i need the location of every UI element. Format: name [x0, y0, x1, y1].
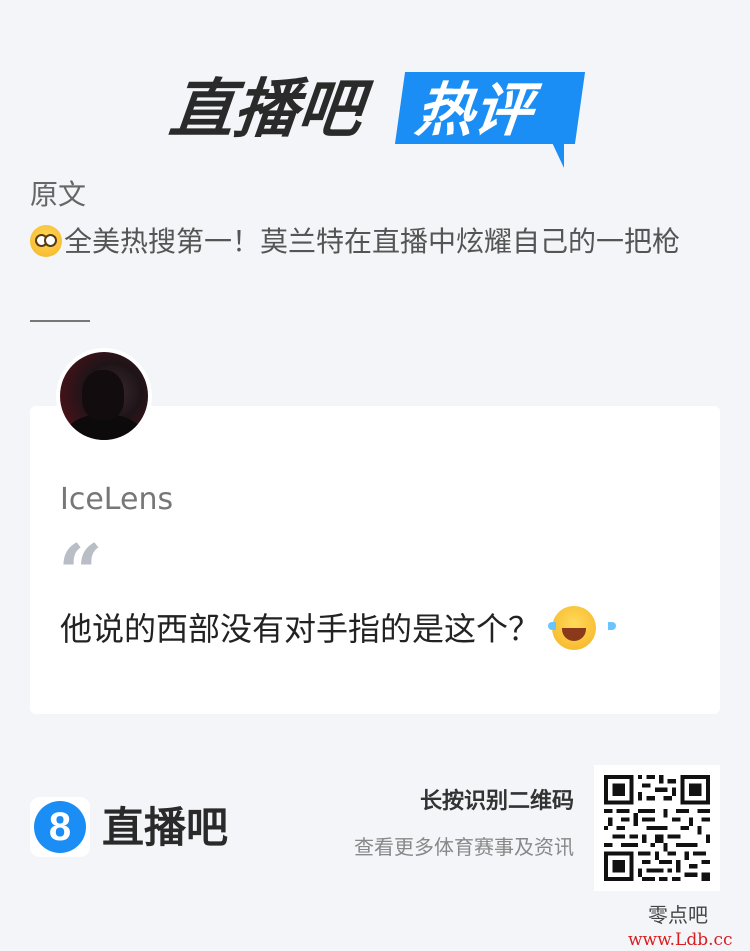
logo-text-badge: 热评 — [412, 76, 536, 144]
header-logo: 直播吧 热评 — [166, 68, 590, 172]
logo-badge-tail — [548, 134, 564, 168]
quote-icon: “ — [58, 528, 103, 619]
app-logo-digit: 8 — [34, 801, 86, 853]
watermark-url: www.Ldb.cc — [628, 930, 733, 950]
original-title-text: 全美热搜第一！莫兰特在直播中炫耀自己的一把枪 — [64, 225, 681, 258]
avatar[interactable] — [56, 348, 152, 444]
footer-brand: 直播吧 — [102, 803, 229, 852]
tears-of-joy-icon — [548, 606, 617, 650]
scan-title: 长按识别二维码 — [419, 789, 574, 814]
comment-text: 他说的西部没有对手指的是这个？ — [60, 604, 700, 654]
scan-subtitle: 查看更多体育赛事及资讯 — [354, 835, 574, 859]
flushed-face-icon — [30, 225, 62, 257]
original-label: 原文 — [30, 178, 87, 211]
avatar-image — [60, 352, 148, 440]
watermark-site-name: 零点吧 — [648, 903, 708, 927]
avatar-head — [82, 370, 124, 420]
divider — [30, 320, 90, 322]
comment-card — [30, 406, 720, 714]
app-logo-icon: 8 — [30, 797, 90, 857]
original-title[interactable]: 全美热搜第一！莫兰特在直播中炫耀自己的一把枪 — [30, 219, 720, 265]
qr-code-icon[interactable] — [594, 765, 720, 891]
comment-text-content: 他说的西部没有对手指的是这个？ — [60, 610, 541, 648]
logo-text-main: 直播吧 — [166, 73, 366, 147]
qr-code-graphic — [604, 775, 710, 881]
comment-username[interactable]: IceLens — [60, 482, 173, 518]
